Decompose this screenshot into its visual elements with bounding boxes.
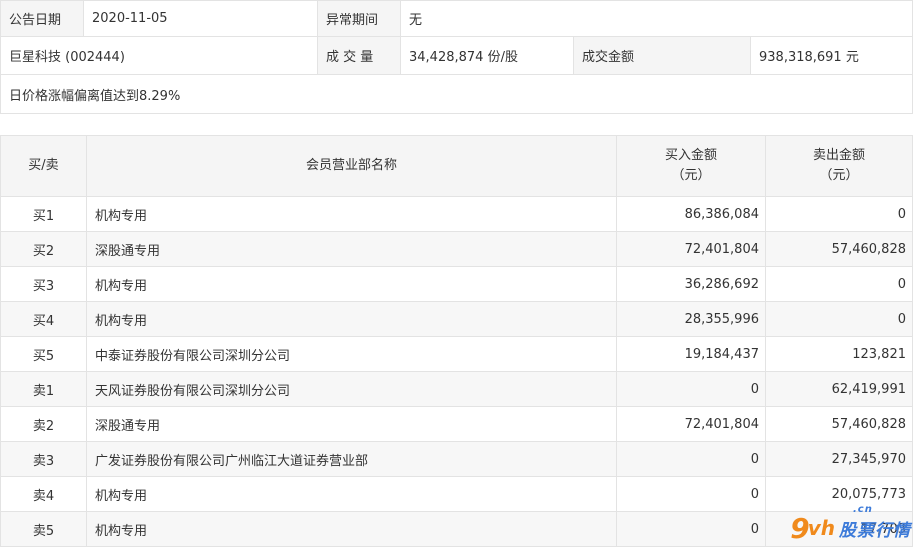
branch-cell: 机构专用 bbox=[86, 196, 617, 232]
buy-amount-cell: 28,355,996 bbox=[616, 301, 766, 337]
sell-amount-cell: 0 bbox=[765, 301, 913, 337]
site-watermark-logo[interactable]: 9 vh .cn 股票行情 bbox=[790, 504, 911, 548]
side-header: 买/卖 bbox=[0, 135, 87, 197]
side-cell: 买1 bbox=[0, 196, 87, 232]
table-row: 卖5 机构专用 0 17,703 bbox=[0, 511, 913, 547]
side-cell: 买4 bbox=[0, 301, 87, 337]
branch-cell: 机构专用 bbox=[86, 301, 617, 337]
sell-amount-cell: 123,821 bbox=[765, 336, 913, 372]
table-row: 卖2 深股通专用 72,401,804 57,460,828 bbox=[0, 406, 913, 442]
branch-cell: 机构专用 bbox=[86, 511, 617, 547]
side-cell: 买2 bbox=[0, 231, 87, 267]
stock-name: 巨星科技 (002444) bbox=[0, 36, 318, 75]
side-cell: 卖5 bbox=[0, 511, 87, 547]
side-cell: 买3 bbox=[0, 266, 87, 302]
branch-cell: 深股通专用 bbox=[86, 406, 617, 442]
buy-amount-cell: 0 bbox=[616, 371, 766, 407]
sell-amount-header-title: 卖出金额 bbox=[812, 148, 865, 163]
buy-amount-cell: 0 bbox=[616, 441, 766, 477]
buy-amount-cell: 0 bbox=[616, 511, 766, 547]
buy-amount-cell: 72,401,804 bbox=[616, 231, 766, 267]
volume-value: 34,428,874 份/股 bbox=[400, 36, 574, 75]
table-row: 卖4 机构专用 0 20,075,773 bbox=[0, 476, 913, 512]
abnormal-period-value: 无 bbox=[399, 0, 914, 37]
branch-header: 会员营业部名称 bbox=[86, 135, 617, 197]
turnover-label: 成交金额 bbox=[573, 36, 751, 75]
sell-amount-header: 卖出金额 （元） bbox=[765, 135, 913, 197]
logo-title: 股票行情 bbox=[839, 520, 911, 541]
table-row: 买1 机构专用 86,386,084 0 bbox=[0, 196, 913, 232]
trading-detail-table: 买/卖 会员营业部名称 买入金额 （元） 卖出金额 （元） 买1 机构专用 86… bbox=[0, 135, 913, 547]
table-row: 买2 深股通专用 72,401,804 57,460,828 bbox=[0, 231, 913, 267]
sell-amount-cell: 57,460,828 bbox=[765, 231, 913, 267]
sell-amount-cell: 20,075,773 bbox=[765, 476, 913, 512]
side-cell: 卖3 bbox=[0, 441, 87, 477]
buy-amount-cell: 19,184,437 bbox=[616, 336, 766, 372]
sell-amount-cell: 0 bbox=[765, 196, 913, 232]
abnormal-period-label: 异常期间 bbox=[317, 0, 401, 37]
buy-amount-header: 买入金额 （元） bbox=[616, 135, 766, 197]
table-header-row: 买/卖 会员营业部名称 买入金额 （元） 卖出金额 （元） bbox=[0, 135, 913, 197]
sell-amount-cell: 62,419,991 bbox=[765, 371, 913, 407]
branch-cell: 天风证券股份有限公司深圳分公司 bbox=[86, 371, 617, 407]
sell-amount-cell: 27,345,970 bbox=[765, 441, 913, 477]
branch-cell: 广发证券股份有限公司广州临江大道证券营业部 bbox=[86, 441, 617, 477]
buy-amount-cell: 0 bbox=[616, 476, 766, 512]
table-row: 卖1 天风证券股份有限公司深圳分公司 0 62,419,991 bbox=[0, 371, 913, 407]
side-cell: 卖2 bbox=[0, 406, 87, 442]
logo-domain-suffix: .cn bbox=[853, 503, 873, 515]
buy-amount-header-unit: （元） bbox=[671, 168, 711, 183]
side-cell: 卖4 bbox=[0, 476, 87, 512]
sell-amount-cell: 57,460,828 bbox=[765, 406, 913, 442]
announcement-date-value: 2020-11-05 bbox=[83, 0, 318, 37]
table-row: 买5 中泰证券股份有限公司深圳分公司 19,184,437 123,821 bbox=[0, 336, 913, 372]
announcement-info-table: 公告日期 2020-11-05 异常期间 无 巨星科技 (002444) 成 交… bbox=[0, 0, 914, 114]
side-cell: 卖1 bbox=[0, 371, 87, 407]
turnover-value: 938,318,691 元 bbox=[749, 36, 914, 75]
branch-cell: 深股通专用 bbox=[86, 231, 617, 267]
announcement-date-label: 公告日期 bbox=[0, 0, 84, 37]
logo-text: .cn 股票行情 bbox=[839, 504, 911, 541]
volume-label: 成 交 量 bbox=[317, 36, 401, 75]
branch-cell: 机构专用 bbox=[86, 266, 617, 302]
table-row: 买3 机构专用 36,286,692 0 bbox=[0, 266, 913, 302]
buy-amount-cell: 36,286,692 bbox=[616, 266, 766, 302]
buy-amount-header-title: 买入金额 bbox=[664, 148, 717, 163]
sell-amount-cell: 0 bbox=[765, 266, 913, 302]
logo-vh: vh bbox=[807, 516, 835, 540]
table-row: 买4 机构专用 28,355,996 0 bbox=[0, 301, 913, 337]
buy-amount-cell: 72,401,804 bbox=[616, 406, 766, 442]
buy-amount-cell: 86,386,084 bbox=[616, 196, 766, 232]
side-cell: 买5 bbox=[0, 336, 87, 372]
branch-cell: 机构专用 bbox=[86, 476, 617, 512]
table-row: 卖3 广发证券股份有限公司广州临江大道证券营业部 0 27,345,970 bbox=[0, 441, 913, 477]
deviation-reason: 日价格涨幅偏离值达到8.29% bbox=[0, 74, 914, 114]
sell-amount-header-unit: （元） bbox=[819, 168, 859, 183]
branch-cell: 中泰证券股份有限公司深圳分公司 bbox=[86, 336, 617, 372]
